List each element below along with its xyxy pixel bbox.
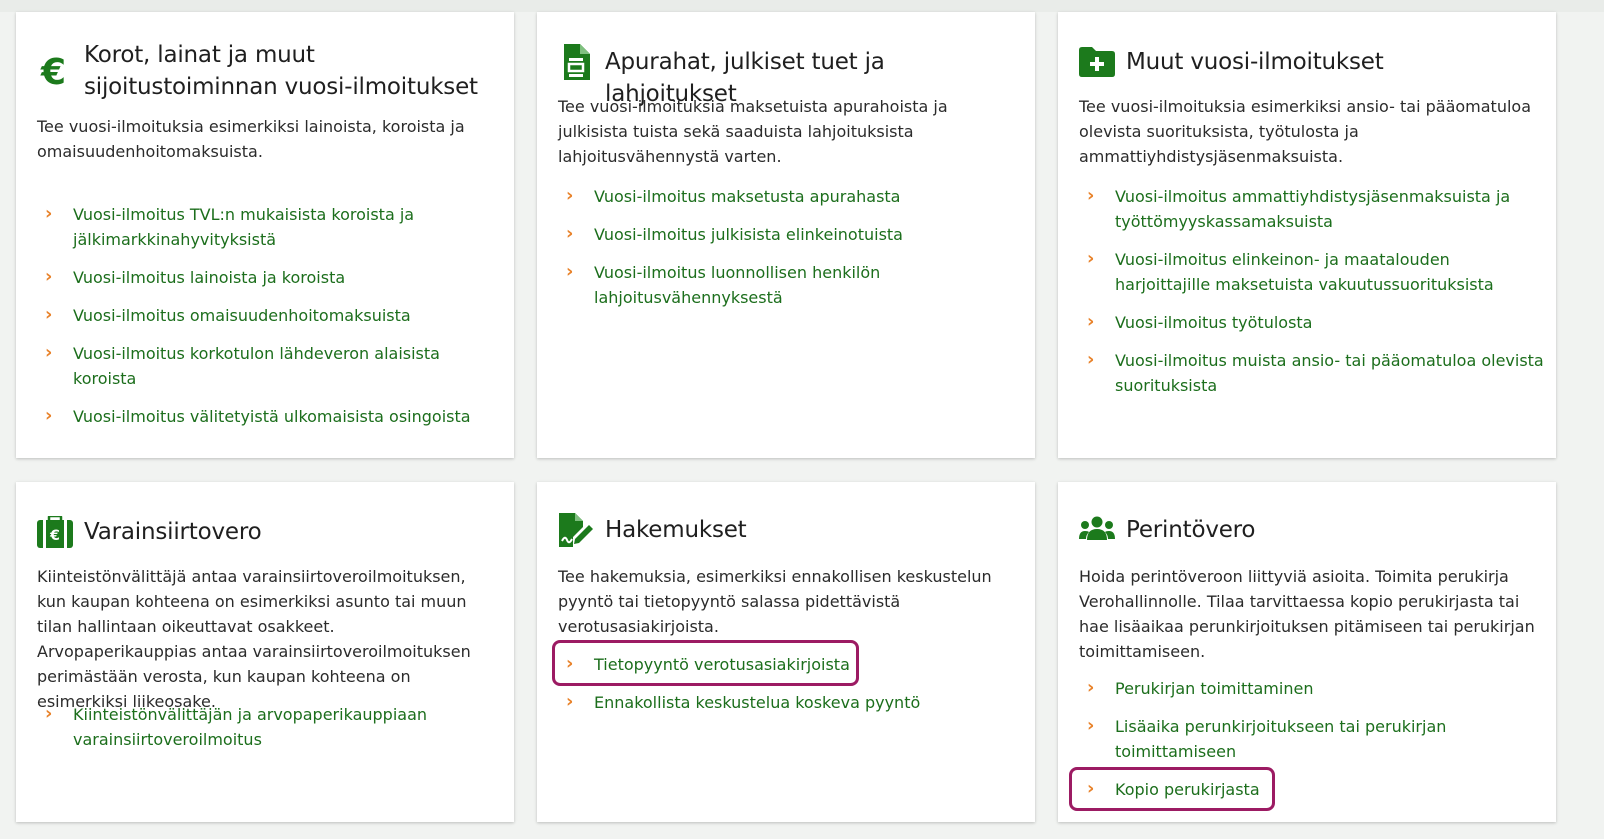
chevron-right-icon: › [1087,311,1095,332]
link-advance-discussion-request[interactable]: › Ennakollista keskustelua koskeva pyyntö [558,690,1025,715]
chevron-right-icon: › [566,261,574,282]
chevron-right-icon: › [45,266,53,287]
link-donation-deduction[interactable]: › Vuosi-ilmoitus luonnollisen henkilön la… [558,260,1025,310]
card-title: Hakemukset [605,517,747,543]
link-transfer-tax-report[interactable]: › Kiinteistönvälittäjän ja arvopaperikaup… [37,702,504,752]
signed-document-icon [558,512,594,548]
link-tvl-interest[interactable]: › Vuosi-ilmoitus TVL:n mukaisista koroist… [37,202,504,252]
euro-icon: € [37,53,73,89]
link-information-request[interactable]: › Tietopyyntö verotusasiakirjoista [558,652,1025,677]
card-description: Tee vuosi-ilmoituksia esimerkiksi lainoi… [37,117,465,161]
link-withholding-interest[interactable]: › Vuosi-ilmoitus korkotulon lähdeveron al… [37,341,504,391]
chevron-right-icon: › [566,653,574,674]
property-transfer-icon: € [37,514,73,550]
card-interest-loans: € Korot, lainat ja muut sijoitustoiminna… [16,12,514,458]
link-estate-inventory-submit[interactable]: › Perukirjan toimittaminen [1079,676,1546,701]
chevron-right-icon: › [566,691,574,712]
top-strip [0,0,1604,12]
chevron-right-icon: › [1087,185,1095,206]
card-transfer-tax: € Varainsiirtovero Kiinteistönvälittäjä … [16,482,514,822]
link-insurance-benefits[interactable]: › Vuosi-ilmoitus elinkeinon- ja maataloud… [1079,247,1546,297]
users-icon [1079,512,1115,548]
link-work-income[interactable]: › Vuosi-ilmoitus työtulosta [1079,310,1546,335]
card-description: Hoida perintöveroon liittyviä asioita. T… [1079,567,1535,661]
svg-text:€: € [40,53,66,89]
card-applications: Hakemukset Tee hakemuksia, esimerkiksi e… [537,482,1035,822]
document-form-icon [558,44,594,80]
card-description: Tee vuosi-ilmoituksia maksetuista apurah… [558,97,948,166]
link-union-fees[interactable]: › Vuosi-ilmoitus ammattiyhdistysjäsenmaks… [1079,184,1546,234]
card-other-annual-reports: Muut vuosi-ilmoitukset Tee vuosi-ilmoitu… [1058,12,1556,458]
card-description: Tee vuosi-ilmoituksia esimerkiksi ansio-… [1079,97,1531,166]
link-foreign-dividends[interactable]: › Vuosi-ilmoitus välitetyistä ulkomaisist… [37,404,504,429]
link-asset-management-fees[interactable]: › Vuosi-ilmoitus omaisuudenhoitomaksuista [37,303,504,328]
chevron-right-icon: › [566,223,574,244]
svg-text:€: € [49,528,60,544]
chevron-right-icon: › [1087,248,1095,269]
card-inheritance-tax: Perintövero Hoida perintöveroon liittyvi… [1058,482,1556,822]
chevron-right-icon: › [45,703,53,724]
card-title: Perintövero [1126,517,1256,543]
link-estate-inventory-copy[interactable]: › Kopio perukirjasta [1079,777,1546,802]
chevron-right-icon: › [45,203,53,224]
chevron-right-icon: › [566,185,574,206]
link-list: › Vuosi-ilmoitus TVL:n mukaisista koroist… [37,202,504,442]
link-list: › Kiinteistönvälittäjän ja arvopaperikaup… [37,702,504,765]
link-loans-interest[interactable]: › Vuosi-ilmoitus lainoista ja koroista [37,265,504,290]
chevron-right-icon: › [45,304,53,325]
card-title: Muut vuosi-ilmoitukset [1126,49,1384,75]
folder-plus-icon [1079,44,1115,80]
chevron-right-icon: › [1087,715,1095,736]
card-title: Varainsiirtovero [84,519,262,545]
chevron-right-icon: › [1087,349,1095,370]
link-list: › Vuosi-ilmoitus maksetusta apurahasta › V… [558,184,1025,323]
link-paid-grant[interactable]: › Vuosi-ilmoitus maksetusta apurahasta [558,184,1025,209]
link-public-business-subsidies[interactable]: › Vuosi-ilmoitus julkisista elinkeinotuis… [558,222,1025,247]
chevron-right-icon: › [45,405,53,426]
chevron-right-icon: › [45,342,53,363]
card-description: Kiinteistönvälittäjä antaa varainsiirtov… [37,567,471,711]
chevron-right-icon: › [1087,778,1095,799]
link-list: › Perukirjan toimittaminen › Lisäaika peru… [1079,676,1546,815]
link-other-income[interactable]: › Vuosi-ilmoitus muista ansio- tai pääoma… [1079,348,1546,398]
link-list: › Tietopyyntö verotusasiakirjoista › Ennak… [558,652,1025,728]
link-extension-request[interactable]: › Lisäaika perunkirjoitukseen tai perukir… [1079,714,1546,764]
card-title: Korot, lainat ja muut sijoitustoiminnan … [84,42,478,100]
chevron-right-icon: › [1087,677,1095,698]
card-description: Tee hakemuksia, esimerkiksi ennakollisen… [558,567,992,636]
card-grants-donations: Apurahat, julkiset tuet ja lahjoitukset … [537,12,1035,458]
link-list: › Vuosi-ilmoitus ammattiyhdistysjäsenmaks… [1079,184,1546,411]
